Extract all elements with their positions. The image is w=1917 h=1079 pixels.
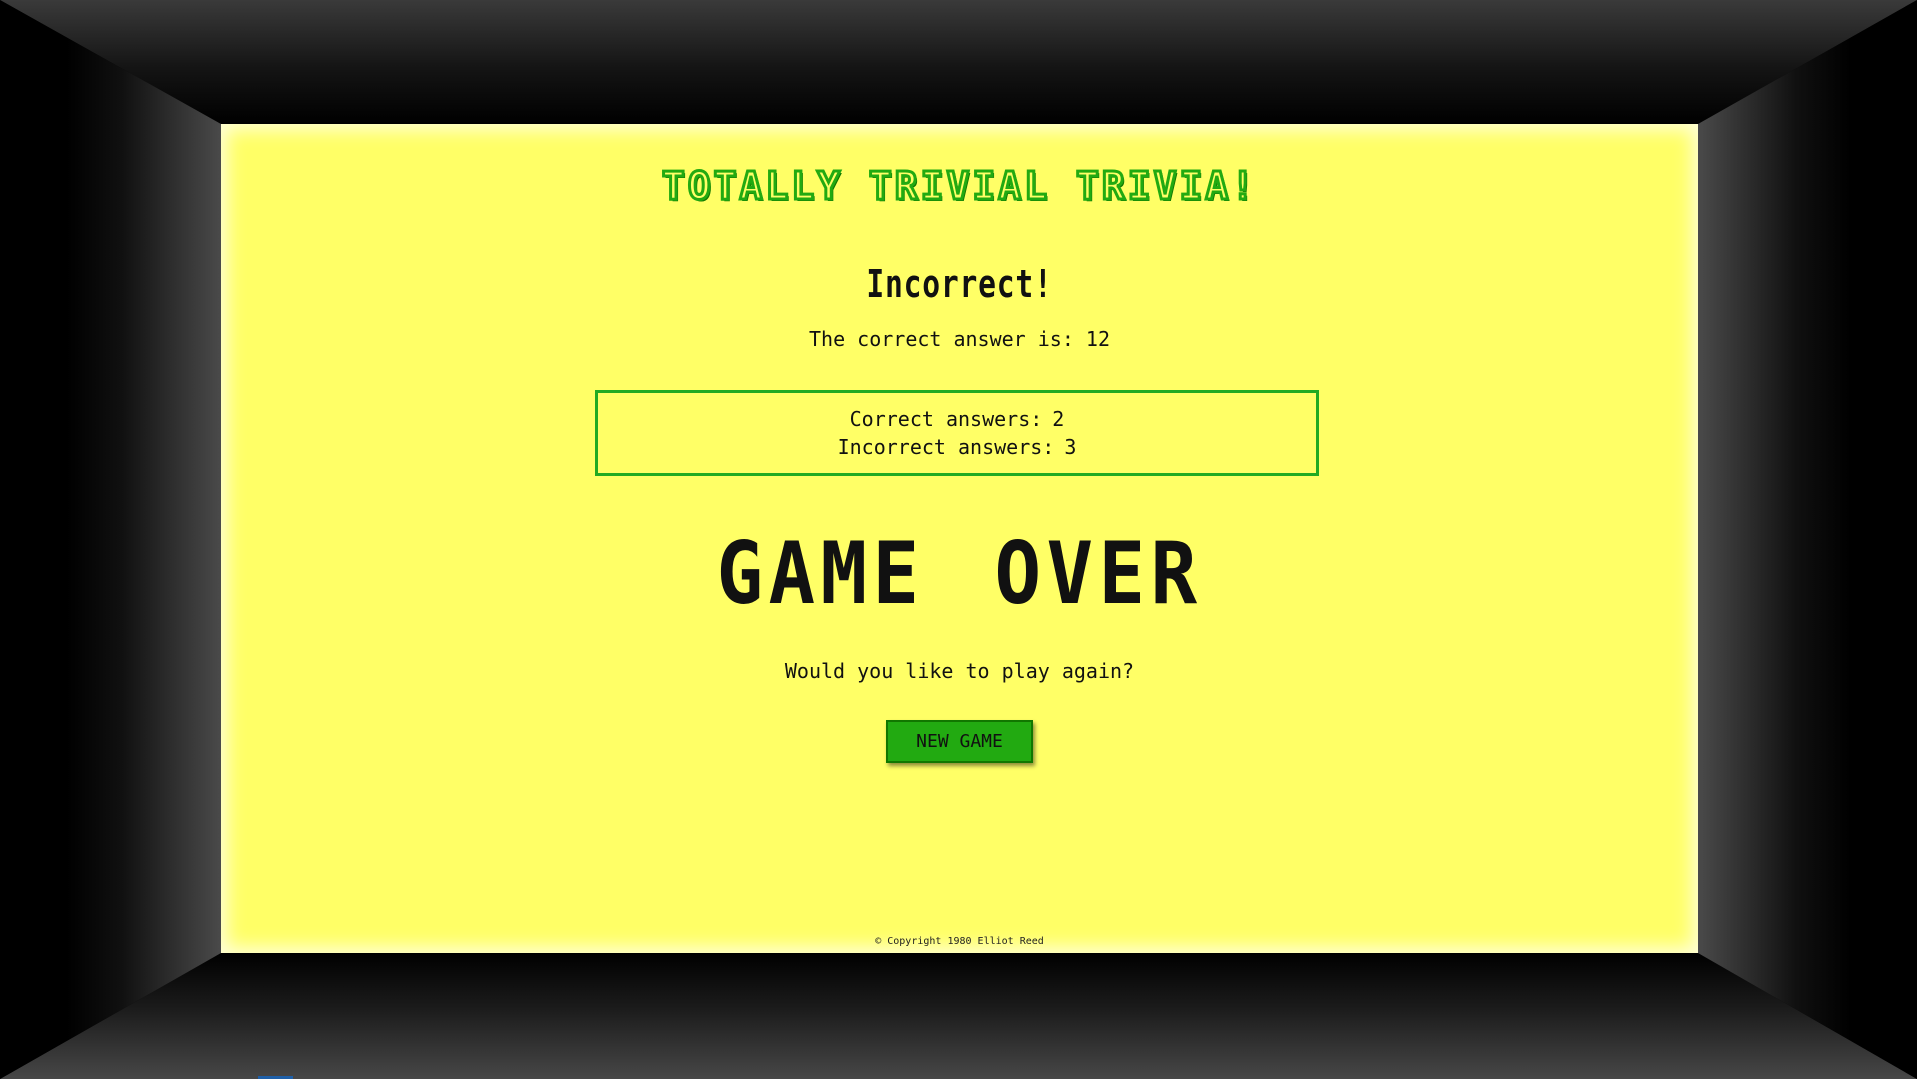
bezel-left — [0, 0, 221, 1079]
incorrect-answers-label: Incorrect answers: — [837, 435, 1055, 459]
correct-answers-line: Correct answers: 2 — [850, 405, 1065, 433]
correct-answers-value: 2 — [1052, 407, 1065, 431]
result-heading: Incorrect! — [866, 262, 1053, 306]
incorrect-answers-line: Incorrect answers: 3 — [838, 433, 1077, 461]
play-again-prompt: Would you like to play again? — [784, 659, 1135, 683]
new-game-button[interactable]: NEW GAME — [886, 720, 1033, 763]
copyright-text: © Copyright 1980 Elliot Reed — [875, 936, 1044, 947]
game-over-heading: GAME OVER — [716, 524, 1203, 624]
bezel-bottom — [0, 953, 1917, 1079]
crt-monitor-frame: Totally Trivial Trivia! Incorrect! The c… — [0, 0, 1917, 1079]
score-box: Correct answers: 2 Incorrect answers: 3 — [595, 390, 1319, 476]
incorrect-answers-value: 3 — [1064, 435, 1077, 459]
game-screen: Totally Trivial Trivia! Incorrect! The c… — [221, 124, 1698, 953]
correct-answers-label: Correct answers: — [849, 407, 1043, 431]
bezel-right — [1698, 0, 1917, 1079]
app-title: Totally Trivial Trivia! — [660, 163, 1258, 210]
correct-answer-text: The correct answer is: 12 — [808, 327, 1111, 351]
bezel-top — [0, 0, 1917, 124]
